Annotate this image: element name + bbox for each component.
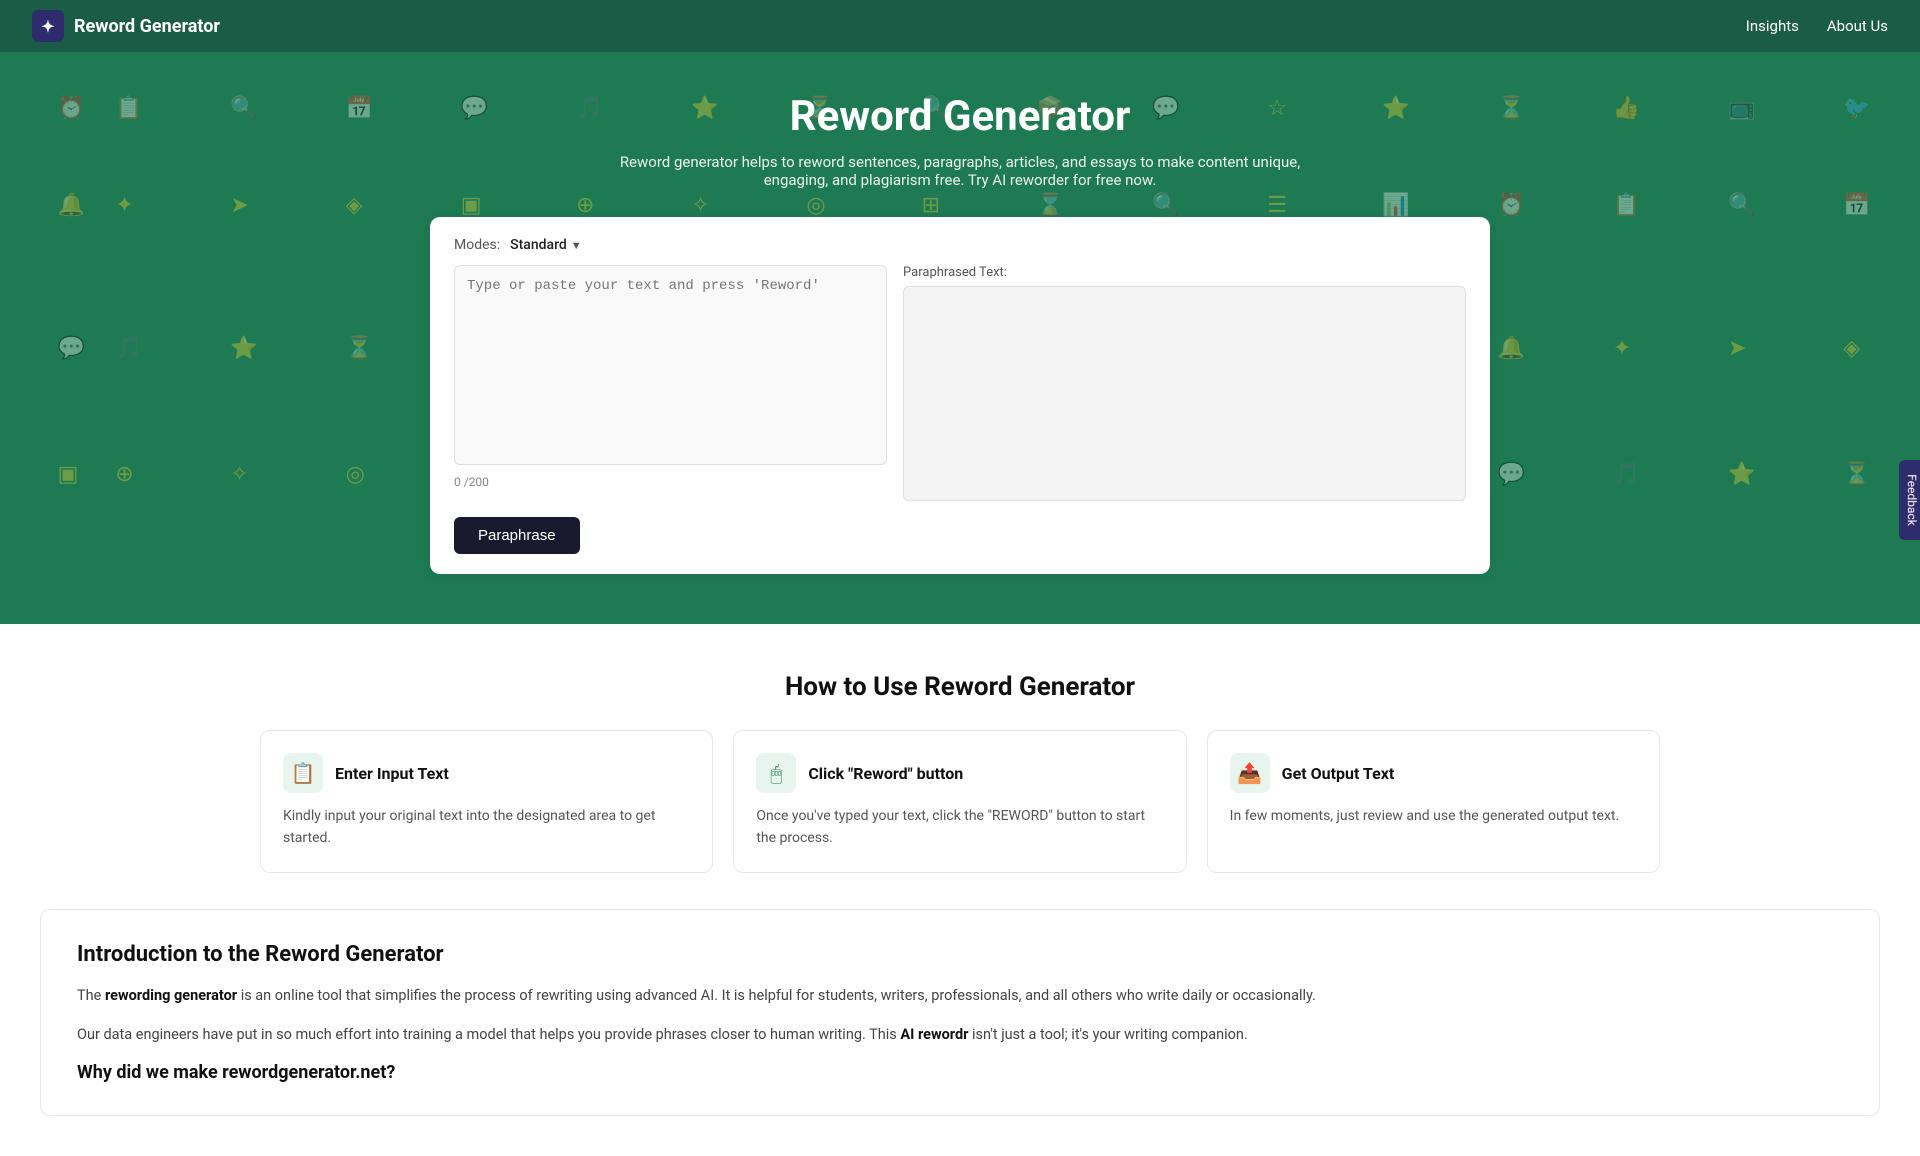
tool-card: Modes: Standard ▼ 0 /200 Paraphrased Tex…	[430, 217, 1490, 574]
bg-icon: ⭐	[1728, 464, 1755, 486]
bg-icon: ⏳	[1843, 464, 1870, 486]
bg-icon: ➤	[1728, 338, 1746, 360]
bg-icon: ⌛	[1037, 195, 1064, 217]
intro-title: Introduction to the Reword Generator	[77, 942, 1843, 967]
bg-icon: ✦	[115, 195, 133, 217]
bg-icon: ◎	[346, 464, 365, 486]
hero-subtitle: Reword generator helps to reword sentenc…	[590, 153, 1330, 189]
navbar-links: Insights About Us	[1746, 17, 1888, 35]
step-header-2: 📤 Get Output Text	[1230, 753, 1637, 793]
output-column: Paraphrased Text:	[903, 265, 1466, 505]
bg-icon: 📅	[1843, 195, 1870, 217]
brand-logo-link[interactable]: ✦ Reword Generator	[32, 10, 220, 42]
step-card-2: 📤 Get Output Text In few moments, just r…	[1207, 730, 1660, 873]
intro-para1: The rewording generator is an online too…	[77, 983, 1843, 1008]
bg-icon: ✧	[230, 464, 248, 486]
step-desc-0: Kindly input your original text into the…	[283, 805, 690, 850]
bg-icon: ◎	[806, 195, 825, 217]
bg-icon: 📋	[1613, 195, 1640, 217]
bg-icon: ⊕	[576, 195, 594, 217]
step-title-1: Click "Reword" button	[808, 764, 963, 783]
navbar: ✦ Reword Generator Insights About Us	[0, 0, 1920, 52]
nav-about[interactable]: About Us	[1827, 17, 1888, 35]
intro-section: Introduction to the Reword Generator The…	[40, 909, 1880, 1116]
bg-icon: 🔍	[1152, 195, 1179, 217]
hero-title: Reword Generator	[20, 92, 1900, 141]
bg-icon: 🔔	[58, 195, 85, 217]
output-label: Paraphrased Text:	[903, 265, 1466, 280]
bg-icon: ◈	[1843, 338, 1860, 360]
feedback-tab[interactable]: Feedback	[1899, 460, 1920, 540]
hero-section: ⏰📋🔍📅💬🎵⭐⏳🔍📦💬☆⭐⏳👍📺🐦🔔✦➤◈▣⊕✧◎⊞⌛🔍☰📊⏰📋🔍📅💬🎵⭐⏳🔍📦…	[0, 52, 1920, 624]
intro-subheading: Why did we make rewordgenerator.net?	[77, 1062, 1843, 1083]
step-title-0: Enter Input Text	[335, 764, 449, 783]
how-to-use-section: How to Use Reword Generator 📋 Enter Inpu…	[0, 624, 1920, 909]
step-icon-0: 📋	[283, 753, 323, 793]
chevron-down-icon: ▼	[571, 239, 582, 252]
bg-icon: ⊕	[115, 464, 133, 486]
bg-icon: 🎵	[1613, 464, 1640, 486]
output-textarea	[903, 286, 1466, 501]
bg-icon: 🎵	[115, 338, 142, 360]
step-desc-2: In few moments, just review and use the …	[1230, 805, 1637, 827]
step-title-2: Get Output Text	[1282, 764, 1395, 783]
bg-icon: 💬	[58, 338, 85, 360]
bg-icon: ⊞	[922, 195, 940, 217]
brand-logo-icon: ✦	[32, 10, 64, 42]
step-desc-1: Once you've typed your text, click the "…	[756, 805, 1163, 850]
step-card-1: 🖱 Click "Reword" button Once you've type…	[733, 730, 1186, 873]
input-column: 0 /200	[454, 265, 887, 505]
bg-icon: ◈	[346, 195, 363, 217]
bg-icon: ⏰	[1498, 195, 1525, 217]
bg-icon: 🔍	[1728, 195, 1755, 217]
bg-icon: ▣	[461, 195, 482, 217]
step-icon-2: 📤	[1230, 753, 1270, 793]
step-header-1: 🖱 Click "Reword" button	[756, 753, 1163, 793]
brand-name: Reword Generator	[74, 16, 220, 37]
bg-icon: 🔔	[1498, 338, 1525, 360]
mode-dropdown[interactable]: Standard ▼	[510, 237, 582, 253]
bg-icon: ☰	[1267, 195, 1287, 217]
step-icon-1: 🖱	[756, 753, 796, 793]
how-to-use-title: How to Use Reword Generator	[40, 672, 1880, 702]
nav-insights[interactable]: Insights	[1746, 17, 1799, 35]
bg-icon: ⏳	[346, 338, 373, 360]
step-header-0: 📋 Enter Input Text	[283, 753, 690, 793]
mode-selected: Standard	[510, 237, 567, 253]
steps-grid: 📋 Enter Input Text Kindly input your ori…	[260, 730, 1660, 873]
bg-icon: ⭐	[230, 338, 257, 360]
step-card-0: 📋 Enter Input Text Kindly input your ori…	[260, 730, 713, 873]
char-count: 0 /200	[454, 475, 887, 489]
modes-label: Modes:	[454, 237, 500, 253]
textareas-row: 0 /200 Paraphrased Text:	[454, 265, 1466, 505]
bg-icon: ✦	[1613, 338, 1631, 360]
bg-icon: 📊	[1382, 195, 1409, 217]
paraphrase-button[interactable]: Paraphrase	[454, 517, 580, 554]
modes-row: Modes: Standard ▼	[454, 237, 1466, 253]
bg-icon: ✧	[691, 195, 709, 217]
bg-icon: ➤	[230, 195, 248, 217]
bg-icon: ▣	[58, 464, 79, 486]
intro-para2: Our data engineers have put in so much e…	[77, 1022, 1843, 1047]
input-textarea[interactable]	[454, 265, 887, 465]
bg-icon: 💬	[1498, 464, 1525, 486]
